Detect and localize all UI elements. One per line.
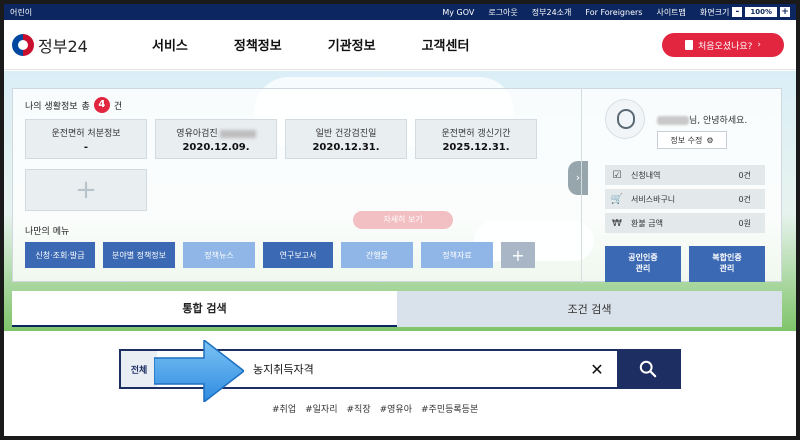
tab-conditional-search[interactable]: 조건 검색 — [397, 291, 782, 327]
site-logo[interactable]: 정부24 — [12, 33, 152, 57]
life-info-total-label: 총 — [81, 101, 90, 112]
logo-text: 정부24 — [38, 36, 88, 56]
life-info-label: 나의 생활정보 — [25, 101, 78, 112]
edit-profile-button[interactable]: 정보 수정 ⚙ — [657, 131, 727, 149]
clear-search-button[interactable]: ✕ — [577, 351, 617, 387]
promo-detail-button[interactable]: 자세히 보기 — [353, 211, 453, 229]
life-card-license-renewal[interactable]: 운전면허 갱신기간 2025.12.31. — [415, 119, 537, 159]
gear-icon: ⚙ — [706, 135, 714, 145]
utility-bar: 어린이 My GOV 로그아웃 정부24소개 For Foreigners 사이… — [4, 4, 796, 20]
about-link[interactable]: 정부24소개 — [532, 7, 572, 18]
hashtag-link[interactable]: #주민등록등본 — [421, 402, 478, 415]
certificate-management-button[interactable]: 공인인증 관리 — [605, 246, 681, 282]
kids-link[interactable]: 어린이 — [10, 7, 442, 18]
life-info-title: 나의 생활정보 총 4 건 — [25, 97, 122, 113]
foreigners-link[interactable]: For Foreigners — [585, 8, 642, 17]
hashtag-link[interactable]: #일자리 — [305, 402, 337, 415]
zoom-label: 화면크기 — [699, 7, 730, 17]
nav-agency-info[interactable]: 기관정보 — [328, 35, 376, 54]
global-nav: 서비스 정책정보 기관정보 고객센터 — [152, 35, 469, 54]
nav-policy-info[interactable]: 정책정보 — [234, 35, 282, 54]
add-life-info-button[interactable]: + — [25, 169, 147, 211]
hashtag-link[interactable]: #취업 — [272, 402, 296, 415]
search-icon — [639, 360, 657, 378]
my-menu-title: 나만의 메뉴 — [25, 227, 70, 237]
life-card-title: 일반 건강검진일 — [315, 129, 377, 139]
main-header: 정부24 서비스 정책정보 기관정보 고객센터 처음오셨나요? › — [4, 20, 796, 70]
zoom-control: 화면크기 - 100% + — [700, 7, 790, 18]
stat-service-basket[interactable]: 🛒 서비스바구니 0건 — [605, 189, 765, 209]
hashtag-link[interactable]: #영유아 — [380, 402, 412, 415]
panel-divider — [581, 89, 582, 283]
chevron-right-icon: › — [757, 40, 762, 50]
menu-publications[interactable]: 간행물 — [341, 242, 413, 268]
search-scope-select[interactable]: 전체 — [121, 351, 157, 387]
multi-auth-management-button[interactable]: 복합인증 관리 — [689, 246, 765, 282]
nav-services[interactable]: 서비스 — [152, 35, 188, 54]
cart-icon: 🛒 — [610, 193, 624, 205]
menu-policy-materials[interactable]: 정책자료 — [421, 242, 493, 268]
life-info-count-badge: 4 — [93, 97, 110, 113]
life-card-title: 운전면허 처분정보 — [51, 129, 121, 139]
search-button[interactable] — [617, 351, 679, 387]
taegeuk-logo-icon — [12, 33, 34, 56]
add-menu-button[interactable]: + — [501, 242, 535, 268]
hashtag-link[interactable]: #직장 — [347, 402, 371, 415]
popular-hashtags: #취업 #일자리 #직장 #영유아 #주민등록등본 — [272, 402, 478, 415]
life-card-value: - — [83, 142, 89, 153]
logout-link[interactable]: 로그아웃 — [488, 7, 517, 18]
life-info-unit: 건 — [113, 101, 123, 112]
avatar — [605, 99, 645, 139]
zoom-value: 100% — [745, 7, 777, 17]
tab-integrated-search[interactable]: 통합 검색 — [12, 291, 397, 327]
menu-policy-news[interactable]: 정책뉴스 — [183, 242, 255, 268]
first-visit-button[interactable]: 처음오셨나요? › — [662, 33, 784, 57]
dashboard-panel: 나의 생활정보 총 4 건 운전면허 처분정보 - 영유아검진 2020.12.… — [12, 88, 782, 283]
edit-profile-label: 정보 수정 — [670, 135, 703, 145]
stat-refund-amount[interactable]: ₩ 환불 금액 0원 — [605, 213, 765, 233]
blurred-username — [657, 116, 689, 125]
greeting-text: 님, 안녕하세요. — [657, 113, 747, 126]
stat-applications[interactable]: ☑ 신청내역 0건 — [605, 165, 765, 185]
menu-apply-issue[interactable]: 신청·조회·발급 — [25, 242, 95, 268]
life-card-title: 영유아검진 — [156, 126, 276, 139]
sitemap-link[interactable]: 사이트맵 — [656, 7, 685, 18]
life-card-value: 2020.12.31. — [312, 142, 380, 153]
mygov-link[interactable]: My GOV — [442, 8, 474, 17]
life-card-value: 2025.12.31. — [442, 142, 510, 153]
life-card-license-penalty[interactable]: 운전면허 처분정보 - — [25, 119, 147, 159]
life-card-value: 2020.12.09. — [182, 142, 250, 153]
next-slide-button[interactable]: › — [568, 161, 588, 195]
annotation-arrow-icon — [154, 340, 244, 402]
zoom-in-button[interactable]: + — [780, 7, 790, 17]
menu-research-report[interactable]: 연구보고서 — [263, 242, 333, 268]
browser-viewport: 어린이 My GOV 로그아웃 정부24소개 For Foreigners 사이… — [4, 4, 796, 436]
life-card-health-checkup[interactable]: 일반 건강검진일 2020.12.31. — [285, 119, 407, 159]
life-card-infant-checkup[interactable]: 영유아검진 2020.12.09. — [155, 119, 277, 159]
first-visit-label: 처음오셨나요? — [697, 41, 753, 52]
zoom-out-button[interactable]: - — [732, 7, 743, 17]
document-check-icon: ☑ — [612, 169, 622, 181]
life-card-title: 운전면허 갱신기간 — [441, 129, 511, 139]
utility-links: My GOV 로그아웃 정부24소개 For Foreigners 사이트맵 화… — [442, 7, 790, 18]
search-tabs: 통합 검색 조건 검색 — [12, 291, 782, 327]
nav-customer-center[interactable]: 고객센터 — [422, 35, 470, 54]
won-icon: ₩ — [612, 217, 622, 229]
user-face-icon — [617, 109, 635, 129]
close-icon: ✕ — [590, 359, 604, 379]
menu-policy-by-field[interactable]: 분야별 정책정보 — [103, 242, 175, 268]
bookmark-icon — [684, 40, 693, 50]
